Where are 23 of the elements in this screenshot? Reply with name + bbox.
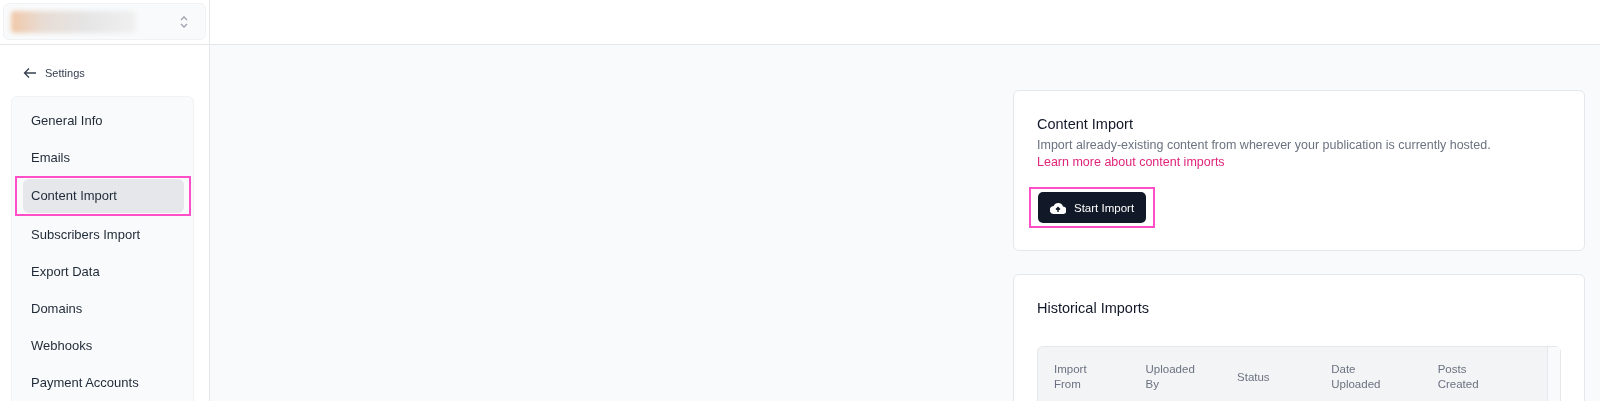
nav-item[interactable]: General Info	[23, 105, 189, 136]
chevron-updown-icon	[179, 14, 189, 29]
nav-item[interactable]: Subscribers Import	[23, 219, 189, 250]
column-header: Posts Created	[1437, 362, 1480, 392]
card-title: Historical Imports	[1037, 300, 1150, 316]
nav-item[interactable]: Emails	[23, 142, 189, 173]
nav-item[interactable]: Domains	[23, 293, 189, 324]
column-header: Uploaded By	[1145, 362, 1196, 392]
nav-item[interactable]: Webhooks	[23, 330, 189, 361]
nav-item[interactable]: Payment Accounts	[23, 367, 189, 398]
column-header: Status	[1237, 369, 1271, 385]
card-title: Content Import	[1037, 116, 1134, 132]
start-import-button[interactable]: Start Import	[1038, 192, 1147, 223]
publication-selector[interactable]	[3, 3, 206, 40]
learn-more-link[interactable]: Learn more about content imports	[1037, 155, 1225, 169]
nav-item[interactable]: Export Data	[23, 256, 189, 287]
cloud-upload-icon	[1050, 201, 1066, 214]
description-text: Import already-existing content from wherever your publication is currently hosted.	[1037, 138, 1492, 152]
back-link[interactable]: Settings	[23, 67, 85, 79]
column-header: Date Uploaded	[1331, 362, 1382, 392]
arrow-left-icon	[23, 67, 37, 79]
nav-item[interactable]: Content Import	[23, 179, 184, 213]
column-header: Import From	[1054, 362, 1088, 392]
